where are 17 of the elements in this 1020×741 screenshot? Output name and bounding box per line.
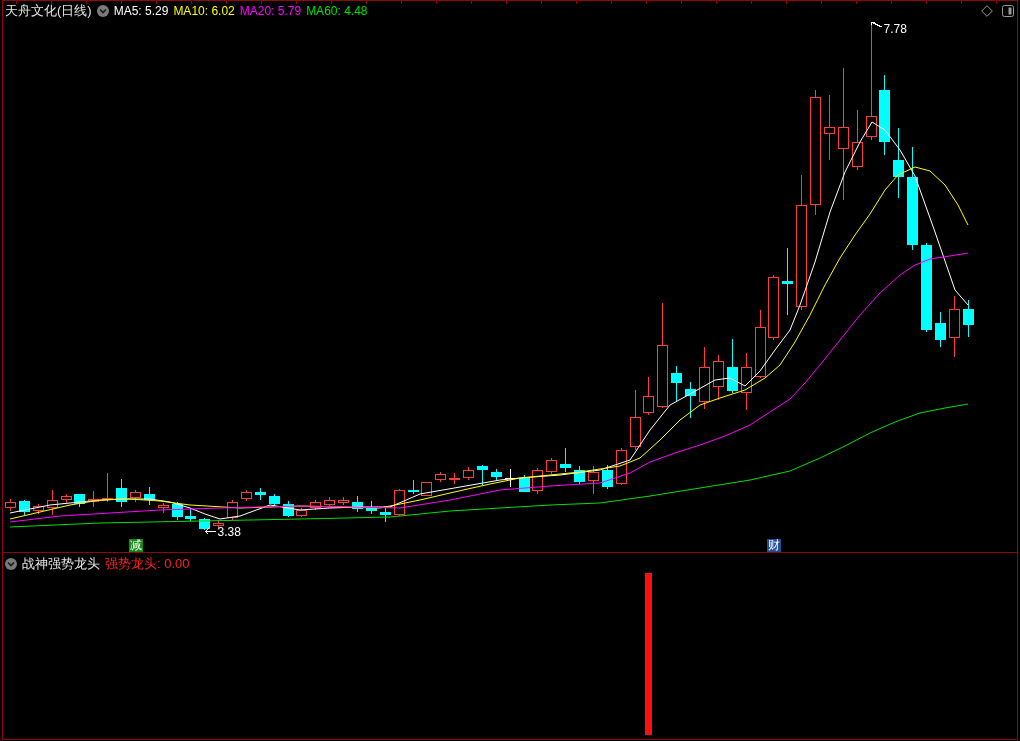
low-price-label: 3.38 <box>217 525 241 539</box>
indicator-reading: 强势龙头: 0.00 <box>105 555 190 573</box>
leader-arrow <box>871 21 882 28</box>
moving-average-label: MA5: 5.29 <box>113 4 169 18</box>
chevron-down-icon[interactable] <box>5 558 17 570</box>
signal-marker: 减 <box>128 539 143 552</box>
moving-average-label: MA60: 4.48 <box>306 4 368 18</box>
panel-toggle-icon[interactable] <box>1002 5 1014 17</box>
moving-average-label: MA10: 6.02 <box>173 4 235 18</box>
indicator-title: 战神强势龙头 <box>22 555 100 573</box>
chevron-down-icon[interactable] <box>96 5 109 17</box>
diamond-icon[interactable] <box>981 5 993 17</box>
leader-arrow <box>205 528 216 535</box>
chart-title: 天舟文化(日线) <box>5 2 92 20</box>
high-price-label: 7.78 <box>883 22 907 36</box>
moving-average-label: MA20: 5.79 <box>239 4 302 18</box>
signal-marker: 财 <box>766 539 781 552</box>
